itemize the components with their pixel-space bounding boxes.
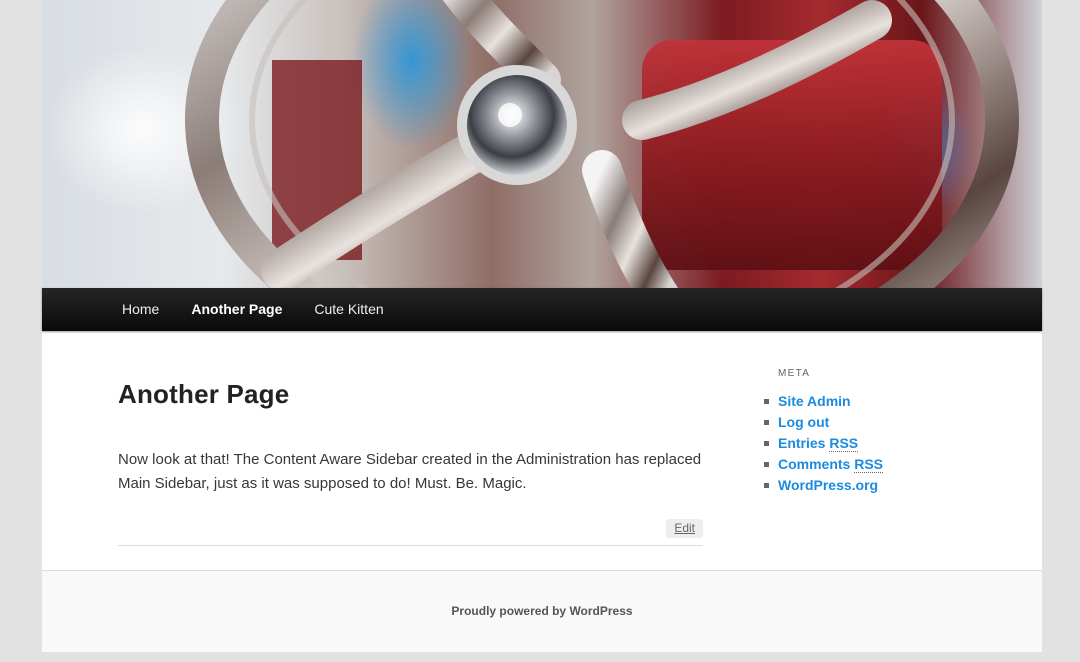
- page-content: Now look at that! The Content Aware Side…: [118, 451, 702, 492]
- site-footer: Proudly powered by WordPress: [42, 570, 1042, 652]
- sidebar: Meta Site Admin Log out Entries RSS Comm…: [764, 368, 998, 496]
- comments-rss-link[interactable]: Comments RSS: [778, 456, 884, 473]
- nav-link-home[interactable]: Home: [106, 288, 175, 331]
- entries-rss-link[interactable]: Entries RSS: [778, 435, 859, 452]
- entries-rss-label: Entries: [778, 435, 830, 451]
- edit-link[interactable]: Edit: [666, 519, 703, 538]
- site-admin-link[interactable]: Site Admin: [778, 393, 851, 409]
- entries-rss-abbr: RSS: [829, 435, 859, 452]
- page: Home Another Page Cute Kitten Another Pa…: [42, 0, 1042, 652]
- nav-item-another-page[interactable]: Another Page: [175, 288, 298, 331]
- meta-widget-title: Meta: [778, 368, 811, 379]
- meta-item-log-out: Log out: [764, 412, 998, 433]
- nav-item-home[interactable]: Home: [106, 288, 175, 331]
- main-navigation: Home Another Page Cute Kitten: [42, 288, 1042, 331]
- wordpress-org-link[interactable]: WordPress.org: [778, 477, 878, 493]
- entry-divider: [118, 545, 703, 546]
- meta-links-list: Site Admin Log out Entries RSS Comments …: [764, 391, 998, 496]
- log-out-link[interactable]: Log out: [778, 414, 829, 430]
- comments-rss-label: Comments: [778, 456, 855, 472]
- site-generator: Proudly powered by WordPress: [42, 604, 1042, 618]
- comments-rss-abbr: RSS: [854, 456, 884, 473]
- nav-link-cute-kitten[interactable]: Cute Kitten: [298, 288, 399, 331]
- page-title: Another Page: [118, 379, 290, 409]
- nav-item-cute-kitten[interactable]: Cute Kitten: [298, 288, 399, 331]
- header-image[interactable]: [42, 0, 1042, 288]
- meta-item-site-admin: Site Admin: [764, 391, 998, 412]
- meta-item-comments-rss: Comments RSS: [764, 454, 998, 475]
- nav-link-another-page[interactable]: Another Page: [175, 288, 298, 331]
- powered-by-link[interactable]: Proudly powered by WordPress: [451, 604, 632, 618]
- meta-item-entries-rss: Entries RSS: [764, 433, 998, 454]
- meta-item-wordpress-org: WordPress.org: [764, 475, 998, 496]
- steering-wheel-photo: [185, 0, 1019, 288]
